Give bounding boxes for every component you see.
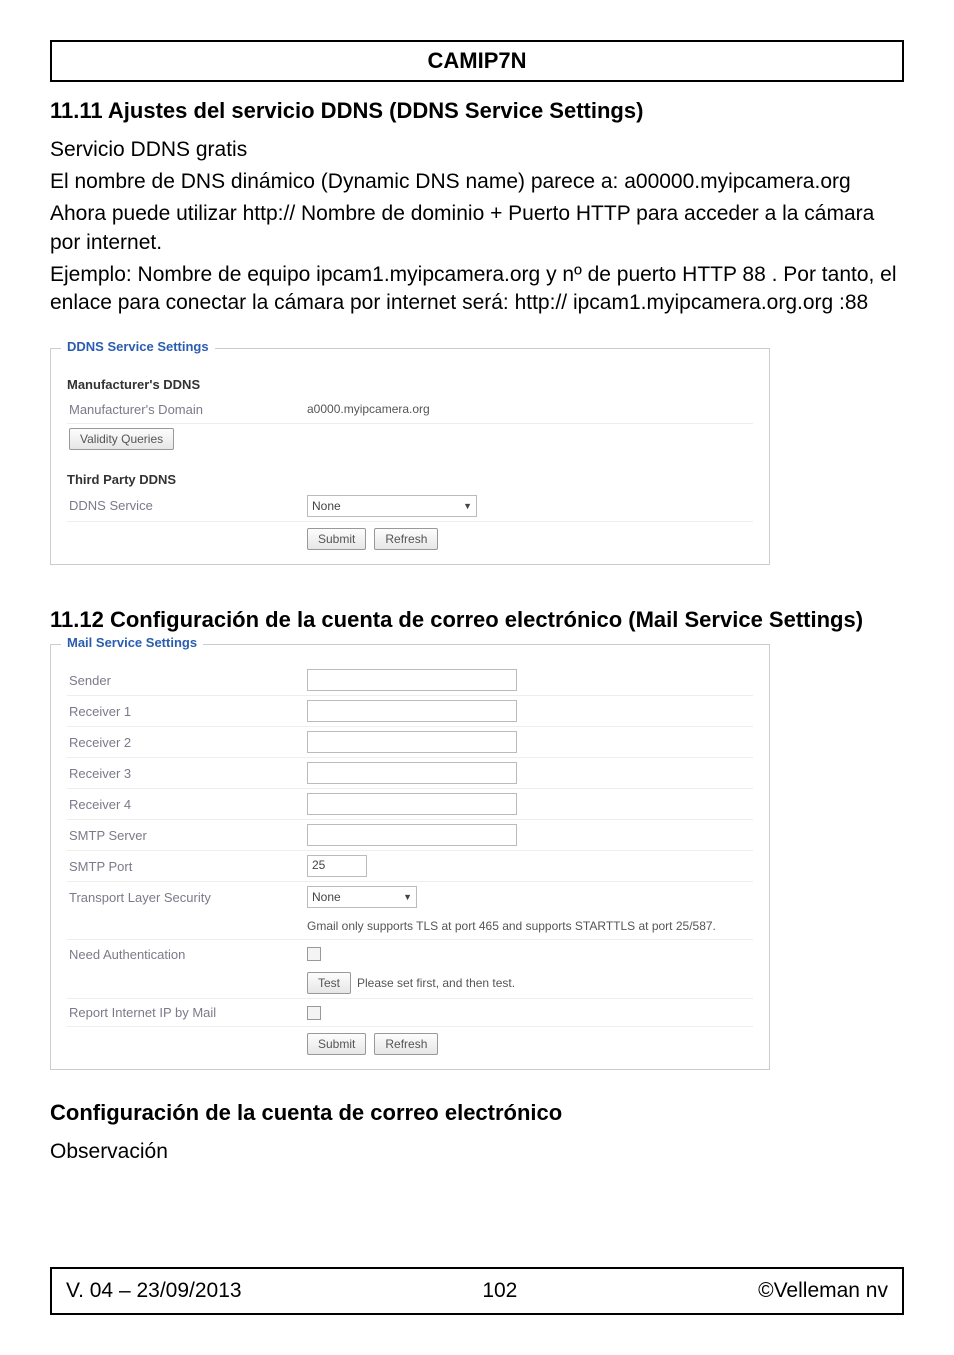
section-11-11-body: Servicio DDNS gratis El nombre de DNS di… bbox=[50, 136, 904, 318]
sender-label: Sender bbox=[67, 673, 307, 688]
receiver2-input[interactable] bbox=[307, 731, 517, 753]
refresh-button[interactable]: Refresh bbox=[374, 528, 438, 550]
ddns-service-label: DDNS Service bbox=[67, 498, 307, 513]
text-line: Ahora puede utilizar http:// Nombre de d… bbox=[50, 200, 904, 257]
text-line: Ejemplo: Nombre de equipo ipcam1.myipcam… bbox=[50, 261, 904, 318]
smtp-port-input[interactable]: 25 bbox=[307, 855, 367, 877]
doc-title: CAMIP7N bbox=[427, 48, 526, 73]
receiver3-label: Receiver 3 bbox=[67, 766, 307, 781]
mail-settings-panel: Mail Service Settings Sender Receiver 1 … bbox=[50, 644, 770, 1070]
need-auth-checkbox[interactable] bbox=[307, 947, 321, 961]
tls-hint: Gmail only supports TLS at port 465 and … bbox=[307, 919, 716, 933]
smtp-server-label: SMTP Server bbox=[67, 828, 307, 843]
document-title-bar: CAMIP7N bbox=[50, 40, 904, 82]
receiver1-label: Receiver 1 bbox=[67, 704, 307, 719]
submit-button[interactable]: Submit bbox=[307, 528, 366, 550]
smtp-port-label: SMTP Port bbox=[67, 859, 307, 874]
need-auth-label: Need Authentication bbox=[67, 947, 307, 962]
tls-select-value: None bbox=[312, 890, 341, 904]
footer-version: V. 04 – 23/09/2013 bbox=[66, 1279, 242, 1303]
section-11-11-heading: 11.11 Ajustes del servicio DDNS (DDNS Se… bbox=[50, 96, 904, 126]
tls-label: Transport Layer Security bbox=[67, 890, 307, 905]
receiver4-label: Receiver 4 bbox=[67, 797, 307, 812]
ddns-panel-legend: DDNS Service Settings bbox=[61, 339, 215, 354]
section-11-12-heading: 11.12 Configuración de la cuenta de corr… bbox=[50, 605, 904, 635]
footer-copyright: ©Velleman nv bbox=[758, 1279, 888, 1303]
report-ip-label: Report Internet IP by Mail bbox=[67, 1005, 307, 1020]
tls-select[interactable]: None ▼ bbox=[307, 886, 417, 908]
sender-input[interactable] bbox=[307, 669, 517, 691]
test-button[interactable]: Test bbox=[307, 972, 351, 994]
page-footer: V. 04 – 23/09/2013 102 ©Velleman nv bbox=[50, 1267, 904, 1315]
ddns-service-select[interactable]: None ▼ bbox=[307, 495, 477, 517]
smtp-server-input[interactable] bbox=[307, 824, 517, 846]
submit-button[interactable]: Submit bbox=[307, 1033, 366, 1055]
ddns-service-select-value: None bbox=[312, 499, 341, 513]
receiver1-input[interactable] bbox=[307, 700, 517, 722]
text-line: Servicio DDNS gratis bbox=[50, 136, 904, 164]
observation-label: Observación bbox=[50, 1138, 904, 1166]
chevron-down-icon: ▼ bbox=[403, 892, 412, 902]
report-ip-checkbox[interactable] bbox=[307, 1006, 321, 1020]
ddns-settings-panel: DDNS Service Settings Manufacturer's DDN… bbox=[50, 348, 770, 565]
mail-panel-legend: Mail Service Settings bbox=[61, 635, 203, 650]
receiver4-input[interactable] bbox=[307, 793, 517, 815]
validity-queries-button[interactable]: Validity Queries bbox=[69, 428, 174, 450]
footer-page: 102 bbox=[482, 1279, 517, 1303]
test-hint: Please set first, and then test. bbox=[357, 976, 515, 990]
third-party-ddns-subhead: Third Party DDNS bbox=[67, 472, 753, 487]
receiver2-label: Receiver 2 bbox=[67, 735, 307, 750]
refresh-button[interactable]: Refresh bbox=[374, 1033, 438, 1055]
manufacturer-domain-value: a0000.myipcamera.org bbox=[307, 402, 430, 416]
manufacturer-ddns-subhead: Manufacturer's DDNS bbox=[67, 377, 753, 392]
mail-config-heading: Configuración de la cuenta de correo ele… bbox=[50, 1098, 904, 1128]
text-line: El nombre de DNS dinámico (Dynamic DNS n… bbox=[50, 168, 904, 196]
receiver3-input[interactable] bbox=[307, 762, 517, 784]
chevron-down-icon: ▼ bbox=[463, 501, 472, 511]
manufacturer-domain-label: Manufacturer's Domain bbox=[67, 402, 307, 417]
